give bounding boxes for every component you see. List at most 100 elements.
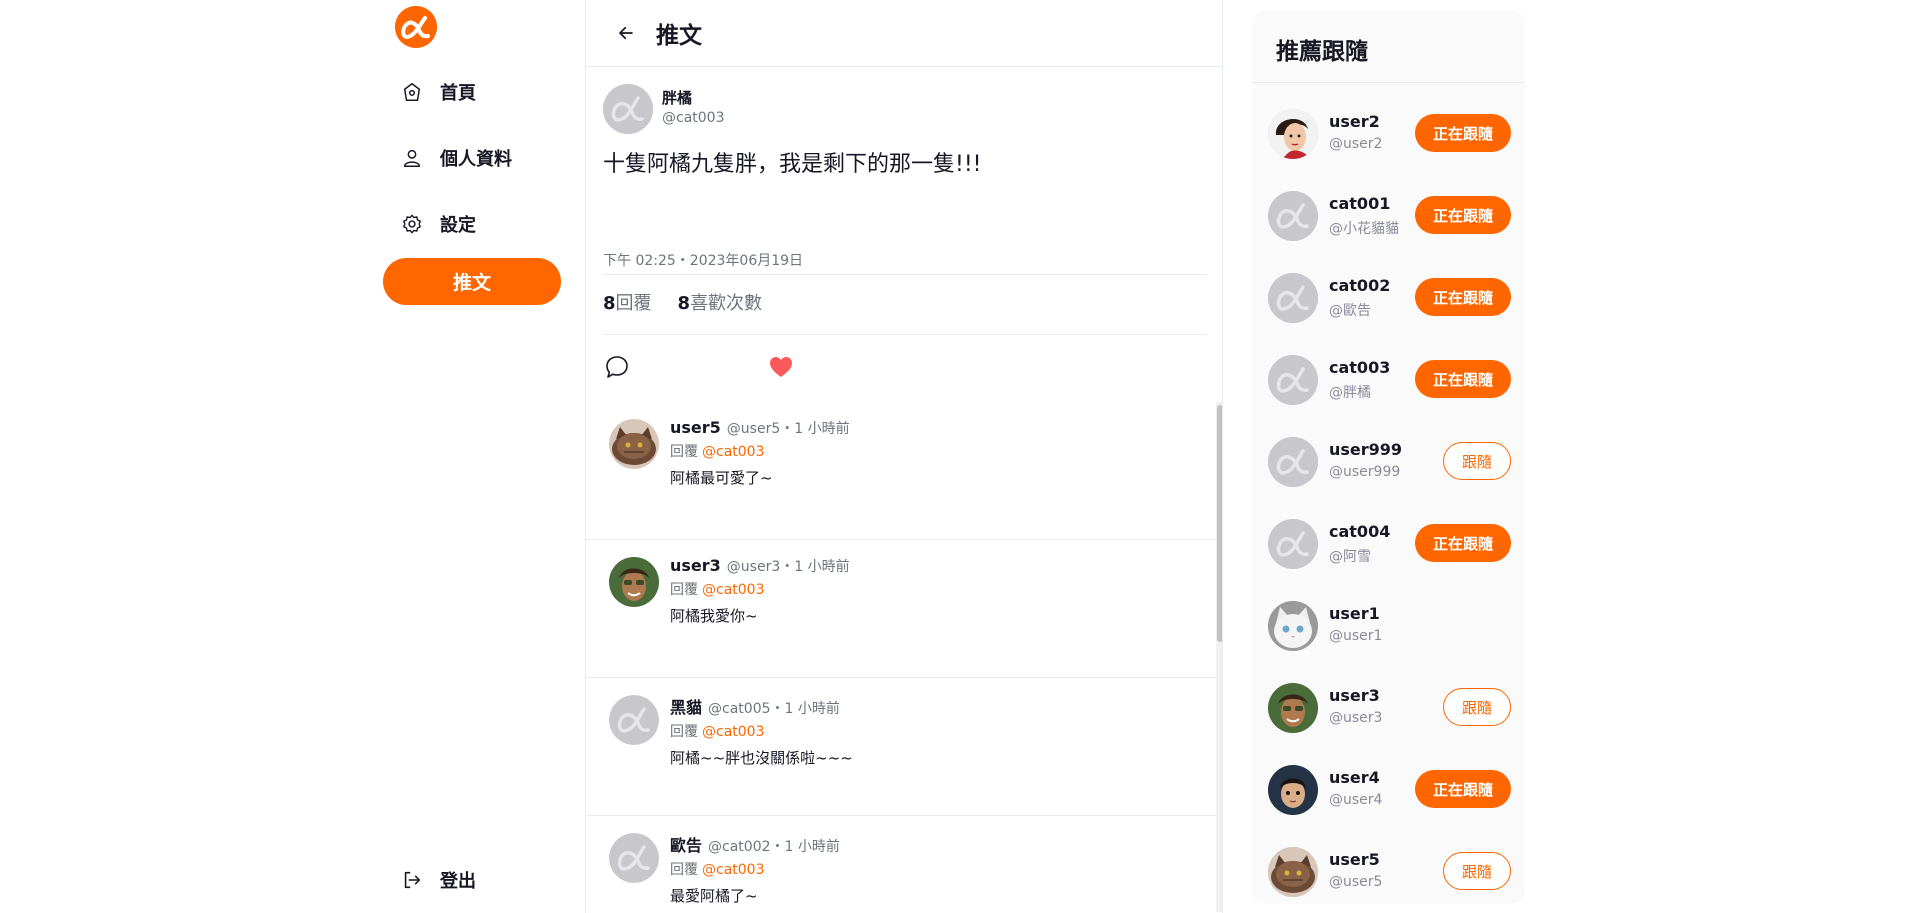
- sidebar-item-home[interactable]: 首頁: [400, 76, 570, 108]
- avatar[interactable]: [1268, 191, 1318, 241]
- left-sidebar: 首頁 個人資料 設定 推文 登出: [383, 0, 588, 913]
- arrow-left-icon[interactable]: [614, 21, 638, 45]
- main-header: 推文: [586, 0, 1222, 67]
- avatar[interactable]: [1268, 437, 1318, 487]
- avatar[interactable]: [1268, 683, 1318, 733]
- sidebar-item-settings[interactable]: 設定: [400, 208, 570, 240]
- author-account: @cat003: [662, 110, 725, 126]
- tweet-author: 胖橘 @cat003: [603, 84, 725, 134]
- avatar[interactable]: [609, 557, 659, 607]
- sidebar-item-label: 個人資料: [440, 149, 512, 170]
- reply-to-link[interactable]: @cat003: [702, 582, 765, 598]
- sidebar-item-label: 首頁: [440, 83, 476, 104]
- list-item[interactable]: 歐告 @cat002・1 小時前 回覆 @cat003 最愛阿橘了~: [586, 816, 1216, 913]
- like-count: 8: [677, 293, 691, 314]
- reply-count: 8: [603, 293, 616, 314]
- list-item: user1 @user1: [1252, 584, 1525, 666]
- avatar[interactable]: [1268, 601, 1318, 651]
- reply-prefix: 回覆: [670, 724, 698, 740]
- following-button[interactable]: 正在跟隨: [1415, 524, 1511, 562]
- reply-to-link[interactable]: @cat003: [702, 724, 765, 740]
- follow-button[interactable]: 跟隨: [1443, 442, 1511, 480]
- gear-icon: [400, 212, 424, 236]
- recommend-user-name: cat004: [1329, 522, 1391, 541]
- tweet-stats: 8回覆 8喜歡次數: [603, 289, 762, 315]
- reply-text: 阿橘我愛你~: [670, 607, 758, 625]
- recommend-user-name: user5: [1329, 850, 1380, 869]
- recommend-user-name: cat001: [1329, 194, 1391, 213]
- recommend-user-account: @小花貓貓: [1329, 221, 1399, 237]
- avatar[interactable]: [1268, 355, 1318, 405]
- scrollbar[interactable]: [1216, 402, 1222, 912]
- sidebar-item-label: 設定: [440, 215, 476, 236]
- avatar[interactable]: [1268, 109, 1318, 159]
- recommend-user-account: @阿雪: [1329, 549, 1371, 565]
- reply-meta: @cat005・1 小時前: [708, 701, 840, 717]
- avatar[interactable]: [1268, 765, 1318, 815]
- reply-to-link[interactable]: @cat003: [702, 444, 765, 460]
- reply-text: 阿橘最可愛了~: [670, 469, 773, 487]
- list-item: cat001 @小花貓貓 正在跟隨: [1252, 174, 1525, 256]
- recommend-user-account: @user1: [1329, 628, 1383, 644]
- alpha-logo-icon[interactable]: [395, 6, 437, 48]
- avatar[interactable]: [609, 695, 659, 745]
- reply-meta: @user3・1 小時前: [726, 559, 850, 575]
- recommend-user-account: @胖橘: [1329, 385, 1371, 401]
- following-button[interactable]: 正在跟隨: [1415, 114, 1511, 152]
- recommend-user-name: user2: [1329, 112, 1380, 131]
- list-item: cat002 @歐告 正在跟隨: [1252, 256, 1525, 338]
- reply-prefix: 回覆: [670, 444, 698, 460]
- avatar[interactable]: [1268, 273, 1318, 323]
- avatar[interactable]: [603, 84, 653, 134]
- tweet-text: 十隻阿橘九隻胖，我是剩下的那一隻!!!: [603, 152, 982, 177]
- scrollbar-thumb[interactable]: [1217, 405, 1222, 642]
- recommend-user-account: @user3: [1329, 710, 1383, 726]
- reply-author-name: 歐告: [670, 836, 703, 855]
- logout-label: 登出: [440, 871, 476, 892]
- follow-button[interactable]: 跟隨: [1443, 688, 1511, 726]
- recommend-user-name: user3: [1329, 686, 1380, 705]
- following-button[interactable]: 正在跟隨: [1415, 360, 1511, 398]
- recommend-user-account: @user999: [1329, 464, 1401, 480]
- reply-to-link[interactable]: @cat003: [702, 862, 765, 878]
- recommend-user-name: user1: [1329, 604, 1380, 623]
- sidebar-item-profile[interactable]: 個人資料: [400, 142, 570, 174]
- list-item: user5 @user5 跟隨: [1252, 830, 1525, 904]
- tweet-actions: [603, 353, 795, 381]
- recommend-user-account: @user2: [1329, 136, 1383, 152]
- list-item[interactable]: user5 @user5・1 小時前 回覆 @cat003 阿橘最可愛了~: [586, 402, 1216, 540]
- reply-author-name: user3: [670, 556, 721, 575]
- avatar[interactable]: [609, 833, 659, 883]
- avatar[interactable]: [1268, 847, 1318, 897]
- avatar[interactable]: [1268, 519, 1318, 569]
- list-item[interactable]: 黑貓 @cat005・1 小時前 回覆 @cat003 阿橘~~胖也沒關係啦~~~: [586, 678, 1216, 816]
- reply-count-label: 回覆: [615, 293, 652, 314]
- following-button[interactable]: 正在跟隨: [1415, 278, 1511, 316]
- recommend-panel: 推薦跟隨 user2 @user2 正在跟隨 cat001 @小花貓貓 正在跟隨…: [1252, 10, 1525, 904]
- recommend-user-name: cat003: [1329, 358, 1391, 377]
- like-count-label: 喜歡次數: [690, 293, 763, 314]
- list-item[interactable]: user3 @user3・1 小時前 回覆 @cat003 阿橘我愛你~: [586, 540, 1216, 678]
- list-item: user2 @user2 正在跟隨: [1252, 92, 1525, 174]
- heart-icon[interactable]: [767, 353, 795, 381]
- divider: [603, 274, 1207, 275]
- reply-meta: @user5・1 小時前: [726, 421, 850, 437]
- reply-text: 最愛阿橘了~: [670, 887, 758, 905]
- avatar[interactable]: [609, 419, 659, 469]
- reply-meta: @cat002・1 小時前: [708, 839, 840, 855]
- home-icon: [400, 80, 424, 104]
- list-item: cat004 @阿雪 正在跟隨: [1252, 502, 1525, 584]
- tweet-button[interactable]: 推文: [383, 258, 561, 305]
- reply-text: 阿橘~~胖也沒關係啦~~~: [670, 749, 853, 767]
- following-button[interactable]: 正在跟隨: [1415, 770, 1511, 808]
- follow-button[interactable]: 跟隨: [1443, 852, 1511, 890]
- list-item: user4 @user4 正在跟隨: [1252, 748, 1525, 830]
- divider: [603, 334, 1207, 335]
- comment-icon[interactable]: [603, 353, 631, 381]
- logout-icon: [400, 868, 424, 892]
- following-button[interactable]: 正在跟隨: [1415, 196, 1511, 234]
- divider: [1252, 82, 1525, 83]
- logout-button[interactable]: 登出: [400, 864, 570, 896]
- tweet-timestamp: 下午 02:25・2023年06月19日: [603, 253, 804, 269]
- list-item: user999 @user999 跟隨: [1252, 420, 1525, 502]
